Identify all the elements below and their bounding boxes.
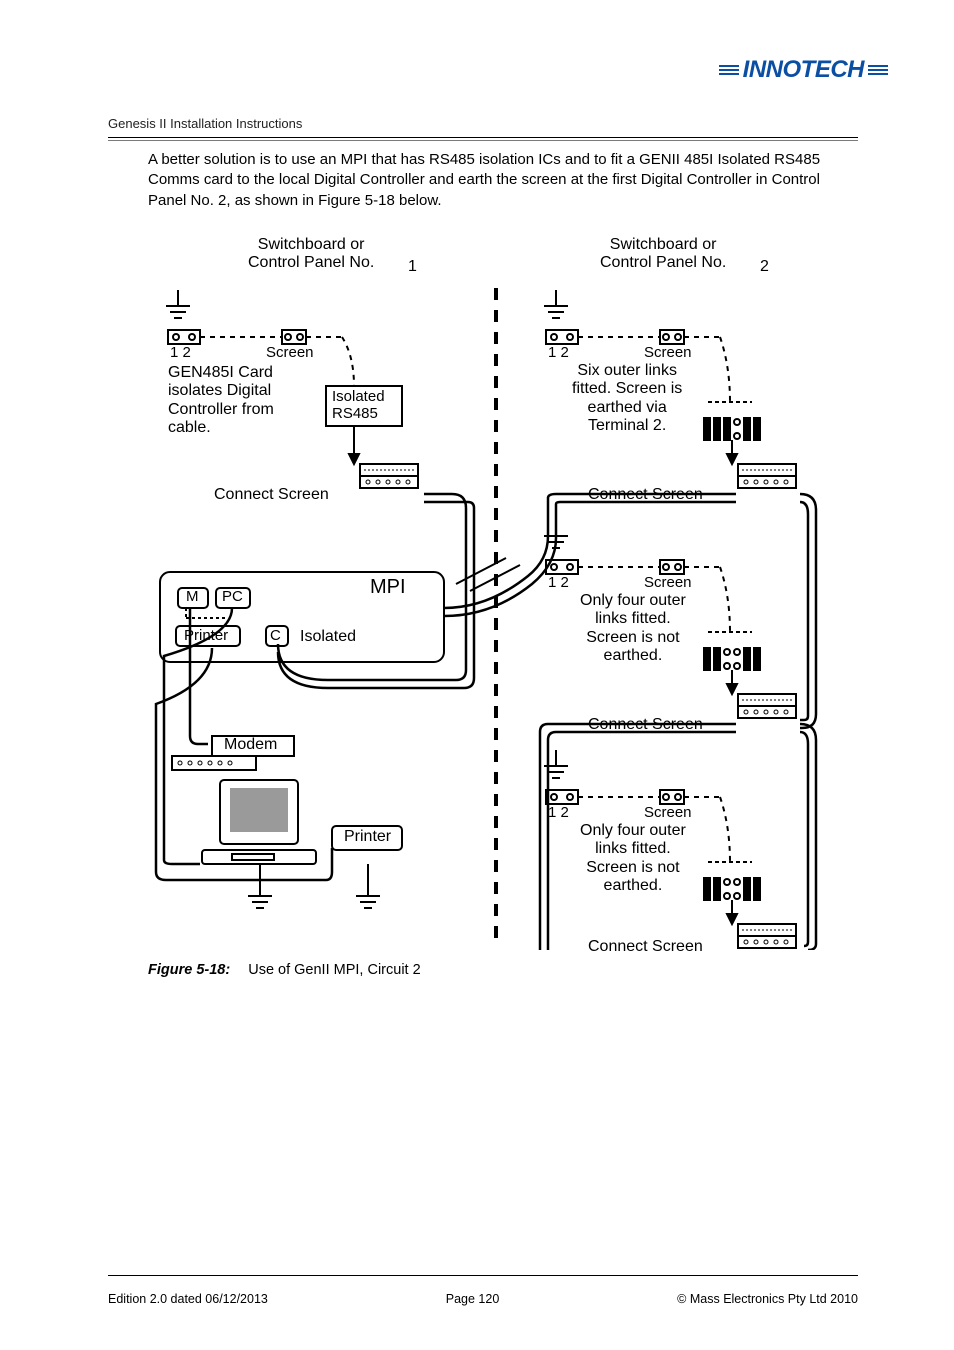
page-footer: Edition 2.0 dated 06/12/2013 Page 120 © … <box>108 1292 858 1306</box>
body-paragraph: A better solution is to use an MPI that … <box>148 150 828 211</box>
pc-printer-label: Printer <box>344 828 391 846</box>
brand-logo-text: INNOTECH <box>743 56 864 84</box>
brand-logo: INNOTECH <box>719 56 888 84</box>
figure-5-18: Switchboard or Control Panel No. 1 1 2 S… <box>148 236 828 950</box>
dc3-term12: 1 2 <box>548 804 569 821</box>
mpi-pc: PC <box>222 588 243 605</box>
figure-caption-label: Figure 5-18: <box>148 962 230 978</box>
dc3-screen: Screen <box>644 804 692 821</box>
page: INNOTECH Genesis II Installation Instruc… <box>0 0 954 1350</box>
right-panel-title: Switchboard or Control Panel No. <box>600 236 726 273</box>
document-title: Genesis II Installation Instructions <box>108 116 858 131</box>
dc2-text: Only four outer links fitted. Screen is … <box>580 592 686 666</box>
figure-caption-text: Use of GenII MPI, Circuit 2 <box>248 962 420 978</box>
header-rule <box>108 137 858 141</box>
figure-block: Switchboard or Control Panel No. 1 1 2 S… <box>148 236 828 978</box>
left-term12: 1 2 <box>170 344 191 361</box>
figure-caption: Figure 5-18: Use of GenII MPI, Circuit 2 <box>148 962 828 978</box>
footer-center: Page 120 <box>446 1292 500 1306</box>
mpi-iso: Isolated <box>300 628 356 646</box>
left-panel-title: Switchboard or Control Panel No. <box>248 236 374 273</box>
mpi-c: C <box>270 627 281 644</box>
dc2-screen: Screen <box>644 574 692 591</box>
left-panel-number: 1 <box>408 258 417 276</box>
left-connect: Connect Screen <box>214 486 329 504</box>
right-panel-number: 2 <box>760 258 769 276</box>
dc1-term12: 1 2 <box>548 344 569 361</box>
left-card-text: GEN485I Card isolates Digital Controller… <box>168 364 274 438</box>
footer-rule <box>108 1275 858 1276</box>
dc1-text: Six outer links fitted. Screen is earthe… <box>572 362 682 436</box>
mpi-title: MPI <box>370 576 406 599</box>
left-screen: Screen <box>266 344 314 361</box>
dc3-text: Only four outer links fitted. Screen is … <box>580 822 686 896</box>
mpi-m: M <box>186 588 199 605</box>
dc2-term12: 1 2 <box>548 574 569 591</box>
dc1-connect: Connect Screen <box>588 486 703 504</box>
footer-right: © Mass Electronics Pty Ltd 2010 <box>677 1292 858 1306</box>
page-header: Genesis II Installation Instructions <box>108 116 858 141</box>
mpi-printer: Printer <box>184 627 228 644</box>
modem-label: Modem <box>224 736 277 754</box>
dc2-connect: Connect Screen <box>588 716 703 734</box>
footer-left: Edition 2.0 dated 06/12/2013 <box>108 1292 268 1306</box>
dc3-connect: Connect Screen <box>588 938 703 956</box>
dc1-screen: Screen <box>644 344 692 361</box>
left-iso-box: Isolated RS485 <box>332 388 385 423</box>
